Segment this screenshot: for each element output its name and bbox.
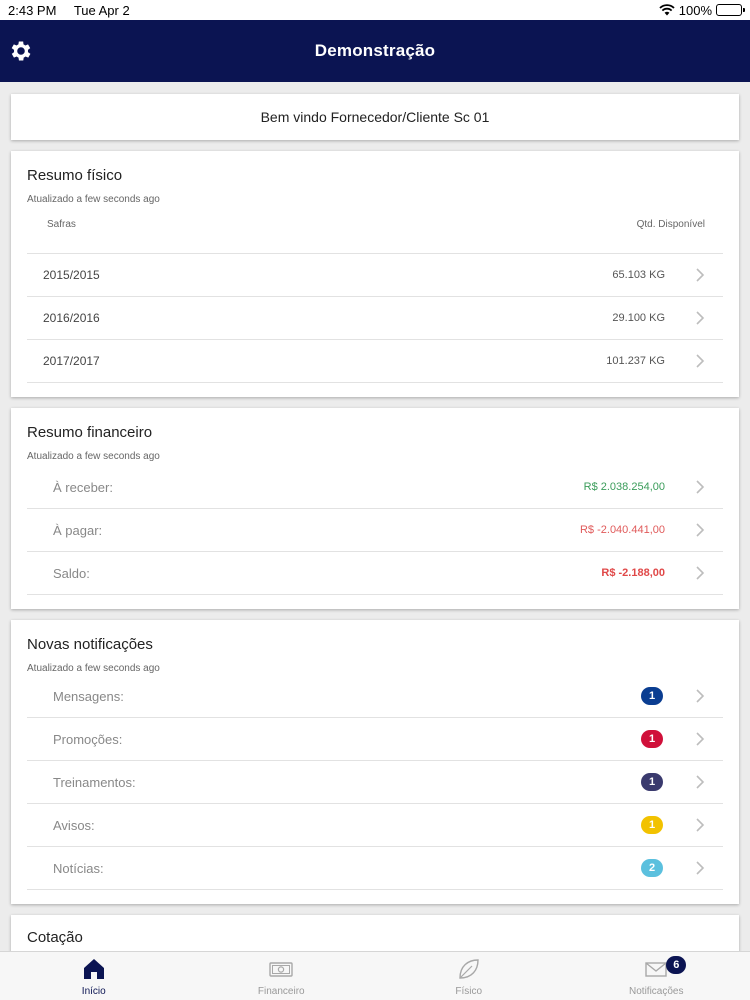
resumo-financeiro-updated: Atualizado a few seconds ago [27, 451, 160, 462]
safra-label: 2015/2015 [43, 268, 100, 282]
chevron-right-icon [696, 480, 705, 494]
financeiro-value: R$ -2.188,00 [601, 567, 665, 579]
status-date: Tue Apr 2 [73, 2, 130, 18]
resumo-financeiro-title: Resumo financeiro [27, 424, 153, 441]
tab-label: Notificações [629, 986, 684, 997]
notificacoes-updated: Atualizado a few seconds ago [27, 663, 160, 674]
chevron-right-icon [696, 861, 705, 875]
column-header-safras: Safras [47, 219, 76, 230]
nav-bar: Demonstração [0, 20, 750, 82]
tab-inicio[interactable]: Início [0, 952, 188, 1000]
notificacao-row-avisos[interactable]: Avisos: 1 [27, 804, 723, 847]
cotacao-title: Cotação [27, 929, 83, 946]
welcome-card: Bem vindo Fornecedor/Cliente Sc 01 [11, 94, 739, 140]
financeiro-label: Saldo: [53, 565, 90, 581]
financeiro-label: À receber: [53, 479, 113, 495]
notificacoes-title: Novas notificações [27, 636, 153, 653]
tab-fisico[interactable]: Físico [375, 952, 563, 1000]
chevron-right-icon [696, 354, 705, 368]
safra-row[interactable]: 2015/2015 65.103 KG [27, 254, 723, 297]
chevron-right-icon [696, 523, 705, 537]
safra-label: 2017/2017 [43, 354, 100, 368]
tab-label: Físico [455, 986, 483, 997]
mail-icon [645, 962, 667, 977]
safra-row[interactable]: 2016/2016 29.100 KG [27, 297, 723, 340]
tab-bar: Início Financeiro Físico 6 Notificações [0, 951, 750, 1000]
count-badge: 1 [641, 773, 663, 791]
notificacao-label: Mensagens: [53, 688, 124, 704]
financeiro-value: R$ -2.040.441,00 [579, 524, 665, 536]
chevron-right-icon [696, 311, 705, 325]
main-content: Bem vindo Fornecedor/Cliente Sc 01 Resum… [11, 94, 739, 966]
notificacao-label: Promoções: [53, 731, 123, 747]
financeiro-label: À pagar: [53, 522, 103, 538]
count-badge: 1 [641, 730, 663, 748]
resumo-fisico-updated: Atualizado a few seconds ago [27, 194, 160, 205]
wifi-icon [659, 4, 675, 16]
count-badge: 1 [641, 816, 663, 834]
safra-qtd: 101.237 KG [606, 355, 665, 367]
notificacao-row-mensagens[interactable]: Mensagens: 1 [27, 675, 723, 718]
notification-count-badge: 6 [666, 956, 687, 974]
home-icon [83, 959, 104, 979]
notificacao-label: Notícias: [53, 860, 104, 876]
battery-percent: 100% [678, 2, 712, 18]
notificacao-label: Treinamentos: [53, 774, 136, 790]
welcome-text: Bem vindo Fornecedor/Cliente Sc 01 [260, 109, 490, 125]
cotacao-card: Cotação [11, 915, 739, 955]
tab-label: Financeiro [257, 986, 305, 997]
notificacao-row-promocoes[interactable]: Promoções: 1 [27, 718, 723, 761]
battery-icon [716, 4, 745, 16]
safra-qtd: 29.100 KG [612, 312, 665, 324]
notificacao-label: Avisos: [53, 817, 95, 833]
safra-row[interactable]: 2017/2017 101.237 KG [27, 340, 723, 383]
notificacoes-card: Novas notificações Atualizado a few seco… [11, 620, 739, 904]
financeiro-value: R$ 2.038.254,00 [583, 481, 665, 493]
chevron-right-icon [696, 268, 705, 282]
gear-icon[interactable] [8, 38, 34, 64]
notificacao-row-treinamentos[interactable]: Treinamentos: 1 [27, 761, 723, 804]
notificacao-row-noticias[interactable]: Notícias: 2 [27, 847, 723, 890]
financeiro-row-pagar[interactable]: À pagar: R$ -2.040.441,00 [27, 509, 723, 552]
resumo-financeiro-card: Resumo financeiro Atualizado a few secon… [11, 408, 739, 609]
chevron-right-icon [696, 732, 705, 746]
money-icon [269, 962, 293, 977]
count-badge: 1 [641, 687, 663, 705]
safra-label: 2016/2016 [43, 311, 100, 325]
chevron-right-icon [696, 775, 705, 789]
tab-label: Início [81, 986, 106, 997]
status-time: 2:43 PM [8, 2, 57, 18]
chevron-right-icon [696, 818, 705, 832]
chevron-right-icon [696, 566, 705, 580]
leaf-icon [459, 959, 479, 979]
resumo-fisico-title: Resumo físico [27, 167, 123, 184]
resumo-fisico-card: Resumo físico Atualizado a few seconds a… [11, 151, 739, 397]
page-title: Demonstração [314, 41, 436, 60]
financeiro-row-saldo[interactable]: Saldo: R$ -2.188,00 [27, 552, 723, 595]
resumo-fisico-header: Safras Qtd. Disponível [27, 219, 723, 253]
count-badge: 2 [641, 859, 663, 877]
financeiro-row-receber[interactable]: À receber: R$ 2.038.254,00 [27, 466, 723, 509]
status-bar: 2:43 PM Tue Apr 2 100% [0, 0, 750, 20]
tab-financeiro[interactable]: Financeiro [188, 952, 376, 1000]
chevron-right-icon [696, 689, 705, 703]
safra-qtd: 65.103 KG [612, 269, 665, 281]
column-header-qtd: Qtd. Disponível [636, 219, 705, 230]
tab-notificacoes[interactable]: 6 Notificações [563, 952, 750, 1000]
